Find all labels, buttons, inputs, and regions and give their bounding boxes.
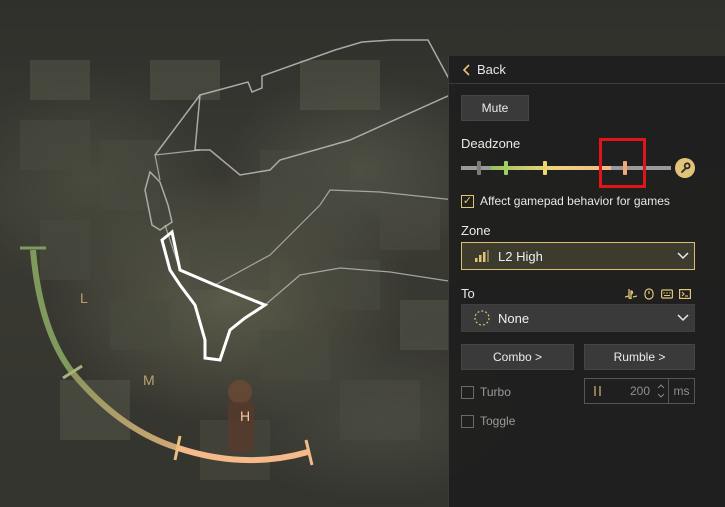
turbo-interval-value: 200 (629, 384, 650, 398)
deadzone-handle-min[interactable] (477, 161, 481, 175)
back-button[interactable]: Back (463, 62, 506, 77)
to-value: None (498, 310, 530, 326)
dashed-circle-icon (474, 310, 490, 326)
active-zone-outline (160, 229, 269, 362)
affect-gamepad-checkbox[interactable]: ✓ Affect gamepad behavior for games (461, 194, 670, 208)
outline-shape-left (144, 170, 173, 231)
wrench-icon (681, 162, 691, 173)
deadzone-settings-button[interactable] (675, 158, 695, 178)
turbo-interval-input[interactable]: 200 (584, 378, 669, 404)
keyboard-icon[interactable] (661, 288, 673, 300)
deadzone-heading: Deadzone (461, 136, 521, 151)
turbo-label: Turbo (480, 385, 511, 399)
check-icon: ✓ (461, 194, 474, 208)
zone-heading: Zone (461, 223, 491, 238)
highlight-box (599, 138, 646, 188)
chevron-down-icon (672, 252, 694, 260)
checkbox-box (461, 385, 474, 399)
device-icons (625, 288, 691, 300)
zone-label-low: L (80, 290, 88, 306)
pause-bars-icon (589, 386, 607, 396)
deadzone-seg-active (491, 166, 611, 170)
zone-value: L2 High (498, 248, 543, 264)
rumble-button[interactable]: Rumble > (584, 344, 695, 370)
affect-gamepad-label: Affect gamepad behavior for games (480, 194, 670, 208)
to-dropdown[interactable]: None (461, 304, 695, 332)
mouse-icon[interactable] (643, 288, 655, 300)
signal-bars-icon (474, 248, 490, 264)
turbo-checkbox[interactable]: Turbo (461, 385, 511, 399)
checkbox-box (461, 414, 474, 428)
toggle-label: Toggle (480, 414, 516, 428)
deadzone-seg-inactive (461, 166, 491, 170)
spinner-arrows-icon[interactable] (654, 383, 668, 399)
turbo-unit: ms (669, 378, 695, 404)
to-heading: To (461, 286, 475, 301)
zone-arc-high (177, 445, 309, 464)
zone-label-mid: M (143, 372, 155, 388)
mute-button[interactable]: Mute (461, 95, 529, 121)
chevron-left-icon (463, 63, 470, 76)
combo-button[interactable]: Combo > (461, 344, 574, 370)
playstation-icon[interactable] (625, 288, 637, 300)
terminal-icon[interactable] (679, 288, 691, 300)
deadzone-handle-low[interactable] (504, 161, 508, 175)
deadzone-handle-mid[interactable] (543, 161, 547, 175)
outline-shape-top (194, 39, 456, 176)
back-label: Back (477, 62, 506, 77)
zone-label-high: H (240, 408, 251, 424)
toggle-checkbox[interactable]: Toggle (461, 414, 515, 428)
mapping-panel: Back Mute Deadzone ✓ Affect gamepad beha… (448, 56, 725, 507)
zone-arc-low (30, 249, 75, 374)
zone-dropdown[interactable]: L2 High (461, 242, 695, 270)
zone-arc-mid (69, 370, 179, 451)
chevron-down-icon (672, 314, 694, 322)
panel-header: Back (449, 56, 725, 84)
